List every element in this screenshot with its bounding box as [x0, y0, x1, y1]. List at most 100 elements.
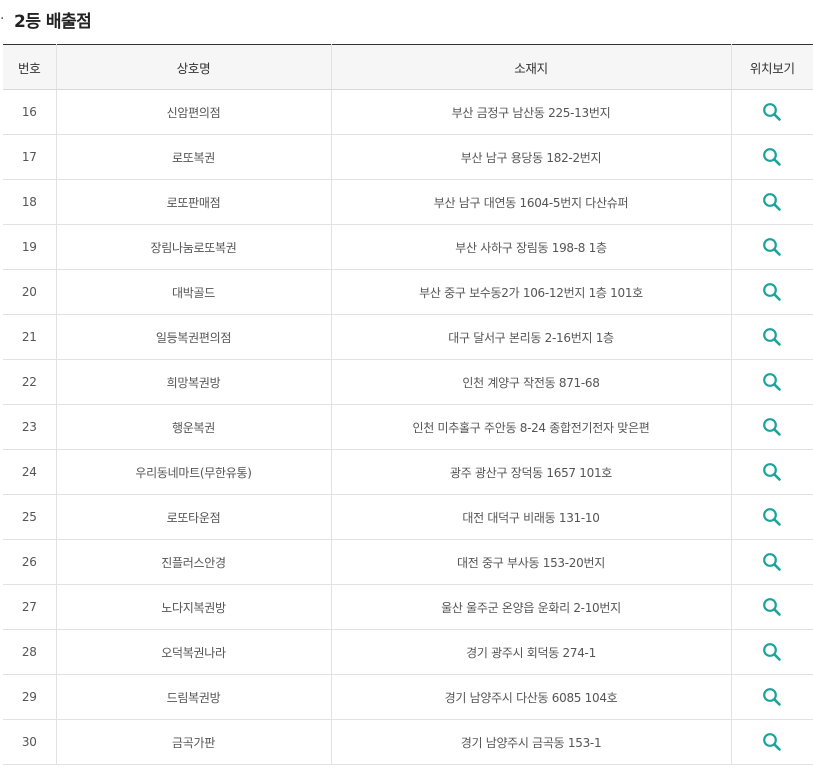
row-store-name: 진플러스안경 — [56, 539, 332, 585]
row-store-name: 로또판매점 — [56, 179, 332, 225]
row-number: 18 — [3, 179, 57, 225]
row-number: 22 — [3, 359, 57, 405]
title-bullet: · — [0, 11, 4, 27]
table-row: 24 우리동네마트(무한유통) 광주 광산구 장덕동 1657 101호 — [3, 449, 813, 495]
location-view-button[interactable] — [760, 415, 784, 439]
row-store-name: 금곡가판 — [56, 719, 332, 765]
location-view-button[interactable] — [760, 325, 784, 349]
row-location-cell — [731, 134, 813, 180]
row-location-cell — [731, 449, 813, 495]
row-location-cell — [731, 359, 813, 405]
search-icon — [763, 418, 782, 436]
row-address: 인천 계양구 작전동 871-68 — [331, 359, 732, 405]
row-location-cell — [731, 89, 813, 135]
location-view-button[interactable] — [760, 685, 784, 709]
row-address: 부산 남구 대연동 1604-5번지 다산슈퍼 — [331, 179, 732, 225]
location-view-button[interactable] — [760, 235, 784, 259]
row-address: 부산 남구 용당동 182-2번지 — [331, 134, 732, 180]
header-number: 번호 — [3, 44, 57, 90]
table-row: 20 대박골드 부산 중구 보수동2가 106-12번지 1층 101호 — [3, 269, 813, 315]
row-store-name: 행운복권 — [56, 404, 332, 450]
row-address: 인천 미추홀구 주안동 8-24 종합전기전자 맞은편 — [331, 404, 732, 450]
location-view-button[interactable] — [760, 280, 784, 304]
location-view-button[interactable] — [760, 730, 784, 754]
header-store-name: 상호명 — [56, 44, 332, 90]
table-row: 29 드림복권방 경기 남양주시 다산동 6085 104호 — [3, 674, 813, 720]
row-store-name: 장림나눔로또복권 — [56, 224, 332, 270]
row-address: 경기 남양주시 금곡동 153-1 — [331, 719, 732, 765]
row-location-cell — [731, 269, 813, 315]
row-address: 부산 금정구 남산동 225-13번지 — [331, 89, 732, 135]
row-number: 19 — [3, 224, 57, 270]
row-address: 광주 광산구 장덕동 1657 101호 — [331, 449, 732, 495]
location-view-button[interactable] — [760, 460, 784, 484]
location-view-button[interactable] — [760, 550, 784, 574]
row-location-cell — [731, 224, 813, 270]
store-table: 번호 상호명 소재지 위치보기 16 신암편의점 부산 금정구 남산동 225-13… — [3, 44, 813, 765]
table-row: 26 진플러스안경 대전 중구 부사동 153-20번지 — [3, 539, 813, 585]
search-icon — [763, 238, 782, 256]
table-row: 22 희망복권방 인천 계양구 작전동 871-68 — [3, 359, 813, 405]
row-number: 21 — [3, 314, 57, 360]
row-address: 경기 남양주시 다산동 6085 104호 — [331, 674, 732, 720]
row-number: 25 — [3, 494, 57, 540]
search-icon — [763, 103, 782, 121]
table-header-row: 번호 상호명 소재지 위치보기 — [3, 44, 813, 90]
row-number: 26 — [3, 539, 57, 585]
row-number: 27 — [3, 584, 57, 630]
row-store-name: 로또타운점 — [56, 494, 332, 540]
row-address: 대전 중구 부사동 153-20번지 — [331, 539, 732, 585]
row-number: 30 — [3, 719, 57, 765]
location-view-button[interactable] — [760, 100, 784, 124]
row-number: 29 — [3, 674, 57, 720]
search-icon — [763, 283, 782, 301]
row-location-cell — [731, 494, 813, 540]
table-row: 30 금곡가판 경기 남양주시 금곡동 153-1 — [3, 719, 813, 765]
table-row: 21 일등복권편의점 대구 달서구 본리동 2-16번지 1층 — [3, 314, 813, 360]
search-icon — [763, 598, 782, 616]
row-address: 울산 울주군 온양읍 운화리 2-10번지 — [331, 584, 732, 630]
header-address: 소재지 — [331, 44, 732, 90]
location-view-button[interactable] — [760, 145, 784, 169]
row-location-cell — [731, 629, 813, 675]
row-number: 23 — [3, 404, 57, 450]
search-icon — [763, 508, 782, 526]
search-icon — [763, 373, 782, 391]
row-location-cell — [731, 404, 813, 450]
store-table-container: 번호 상호명 소재지 위치보기 16 신암편의점 부산 금정구 남산동 225-13… — [3, 44, 813, 765]
table-row: 18 로또판매점 부산 남구 대연동 1604-5번지 다산슈퍼 — [3, 179, 813, 225]
row-location-cell — [731, 584, 813, 630]
search-icon — [763, 463, 782, 481]
search-icon — [763, 688, 782, 706]
row-location-cell — [731, 539, 813, 585]
search-icon — [763, 643, 782, 661]
table-row: 25 로또타운점 대전 대덕구 비래동 131-10 — [3, 494, 813, 540]
location-view-button[interactable] — [760, 640, 784, 664]
location-view-button[interactable] — [760, 595, 784, 619]
row-address: 부산 중구 보수동2가 106-12번지 1층 101호 — [331, 269, 732, 315]
row-address: 부산 사하구 장림동 198-8 1층 — [331, 224, 732, 270]
row-store-name: 로또복권 — [56, 134, 332, 180]
row-number: 16 — [3, 89, 57, 135]
row-location-cell — [731, 674, 813, 720]
table-row: 19 장림나눔로또복권 부산 사하구 장림동 198-8 1층 — [3, 224, 813, 270]
search-icon — [763, 553, 782, 571]
row-location-cell — [731, 314, 813, 360]
table-row: 27 노다지복권방 울산 울주군 온양읍 운화리 2-10번지 — [3, 584, 813, 630]
location-view-button[interactable] — [760, 370, 784, 394]
row-store-name: 신암편의점 — [56, 89, 332, 135]
location-view-button[interactable] — [760, 505, 784, 529]
row-store-name: 오덕복권나라 — [56, 629, 332, 675]
row-number: 28 — [3, 629, 57, 675]
search-icon — [763, 148, 782, 166]
row-store-name: 일등복권편의점 — [56, 314, 332, 360]
row-store-name: 노다지복권방 — [56, 584, 332, 630]
row-store-name: 드림복권방 — [56, 674, 332, 720]
search-icon — [763, 193, 782, 211]
row-number: 17 — [3, 134, 57, 180]
row-address: 대전 대덕구 비래동 131-10 — [331, 494, 732, 540]
row-store-name: 희망복권방 — [56, 359, 332, 405]
row-number: 20 — [3, 269, 57, 315]
location-view-button[interactable] — [760, 190, 784, 214]
table-row: 17 로또복권 부산 남구 용당동 182-2번지 — [3, 134, 813, 180]
